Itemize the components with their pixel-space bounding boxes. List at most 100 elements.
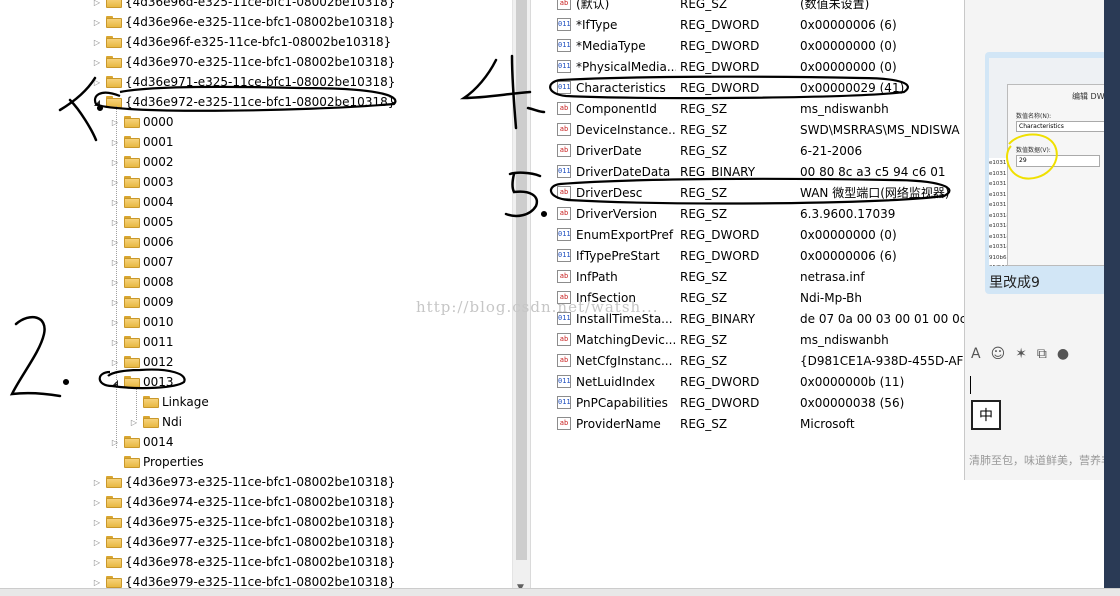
string-value-icon: ab	[557, 417, 571, 430]
tree-node-subkey[interactable]: Properties	[110, 452, 204, 472]
expand-arrow-icon[interactable]: ▷	[110, 318, 120, 327]
image-message-card[interactable]: e1031 e1031 e1031 e1031 e1031 e10318) e10318) e…	[985, 52, 1120, 294]
tree-node-guid[interactable]: ▷ {4d36e96e-e325-11ce-bfc1-08002be10318}	[92, 12, 395, 32]
expand-arrow-icon[interactable]: ▷	[110, 238, 120, 247]
expand-arrow-icon[interactable]: ▷	[92, 38, 102, 47]
tree-node-guid[interactable]: ▷ {4d36e973-e325-11ce-bfc1-08002be10318}	[92, 472, 395, 492]
tree-node-subkey[interactable]: ▷ 0008	[110, 272, 174, 292]
registry-value-row[interactable]: ab MatchingDevic... REG_SZ ms_ndiswanbh	[554, 329, 964, 350]
tree-node-guid[interactable]: ▷ {4d36e978-e325-11ce-bfc1-08002be10318}	[92, 552, 395, 572]
tree-node-subkey[interactable]: ▷ 0004	[110, 192, 174, 212]
expand-arrow-icon[interactable]: ▷	[92, 78, 102, 87]
tree-node-subkey[interactable]: ▷ 0007	[110, 252, 174, 272]
registry-value-row[interactable]: ab (默认) REG_SZ (数值未设置)	[554, 0, 964, 14]
tree-node-label: {4d36e96e-e325-11ce-bfc1-08002be10318}	[125, 15, 396, 29]
expand-arrow-icon[interactable]: ▷	[110, 118, 120, 127]
value-type: REG_SZ	[680, 290, 728, 305]
expand-arrow-icon[interactable]: ▷	[92, 58, 102, 67]
folder-icon	[143, 416, 159, 428]
screenshot-thumbnail[interactable]: e1031 e1031 e1031 e1031 e1031 e10318) e10318) e…	[989, 58, 1120, 266]
tree-node-subkey[interactable]: ▷ 0001	[110, 132, 174, 152]
expand-arrow-icon[interactable]: ▷	[129, 418, 139, 427]
tree-node-subkey[interactable]: ▷ 0006	[110, 232, 174, 252]
value-name: Characteristics	[576, 80, 666, 95]
tree-node-guid[interactable]: ▷ {4d36e970-e325-11ce-bfc1-08002be10318}	[92, 52, 395, 72]
value-name: ComponentId	[576, 101, 657, 116]
expand-arrow-icon[interactable]: ▷	[92, 578, 102, 587]
registry-value-row[interactable]: ab NetCfgInstanc... REG_SZ {D981CE1A-938D-4…	[554, 350, 964, 371]
screenshot-icon[interactable]: ⧉	[1037, 346, 1047, 362]
expand-arrow-icon[interactable]: ▷	[110, 178, 120, 187]
folder-icon	[106, 476, 122, 488]
expand-arrow-icon[interactable]: ▷	[92, 538, 102, 547]
tree-node-guid[interactable]: ▷ {4d36e96d-e325-11ce-bfc1-08002be10318}	[92, 0, 395, 12]
tree-node-subkey[interactable]: ▷ 0009	[110, 292, 174, 312]
tree-node-label: Ndi	[162, 415, 182, 429]
value-data: (数值未设置)	[800, 0, 870, 11]
registry-value-row[interactable]: 011 *IfType REG_DWORD 0x00000006 (6)	[554, 14, 964, 35]
registry-value-row[interactable]: 011 PnPCapabilities REG_DWORD 0x00000038 (5…	[554, 392, 964, 413]
registry-value-row[interactable]: 011 *PhysicalMedia... REG_DWORD 0x00000000 …	[554, 56, 964, 77]
expand-arrow-icon[interactable]: ▷	[110, 138, 120, 147]
registry-value-row[interactable]: 011 DriverDateData REG_BINARY 00 80 8c a3 c…	[554, 161, 964, 182]
registry-value-row[interactable]: 011 EnumExportPref REG_DWORD 0x00000000 (0)	[554, 224, 964, 245]
expand-arrow-icon[interactable]: ▷	[110, 438, 120, 447]
tree-node-subkey[interactable]: ▷ 0010	[110, 312, 174, 332]
value-type: REG_SZ	[680, 143, 728, 158]
expand-arrow-icon[interactable]: ▷	[92, 18, 102, 27]
registry-value-row[interactable]: ab InfPath REG_SZ netrasa.inf	[554, 266, 964, 287]
registry-value-row[interactable]: ab ProviderName REG_SZ Microsoft	[554, 413, 964, 434]
registry-value-row[interactable]: ab DriverDesc REG_SZ WAN 微型端口(网络监视器)	[554, 182, 964, 203]
tree-node-guid[interactable]: ◢ {4d36e972-e325-11ce-bfc1-08002be10318}	[92, 92, 395, 112]
ime-chinese-button[interactable]: 中	[971, 400, 1001, 430]
expand-arrow-icon[interactable]: ▷	[92, 0, 102, 7]
microphone-icon[interactable]: ●	[1057, 346, 1069, 362]
expand-arrow-icon[interactable]: ▷	[110, 338, 120, 347]
scrollbar-thumb[interactable]	[516, 0, 527, 560]
string-value-icon: ab	[557, 207, 571, 220]
font-icon[interactable]: A	[971, 346, 981, 362]
tree-node-subkey[interactable]: ▷ 0011	[110, 332, 174, 352]
expand-arrow-icon[interactable]: ▷	[110, 258, 120, 267]
value-data: netrasa.inf	[800, 269, 865, 284]
tree-node-guid[interactable]: ▷ {4d36e974-e325-11ce-bfc1-08002be10318}	[92, 492, 395, 512]
registry-value-row[interactable]: ab DriverDate REG_SZ 6-21-2006	[554, 140, 964, 161]
tree-node-guid[interactable]: ▷ {4d36e975-e325-11ce-bfc1-08002be10318}	[92, 512, 395, 532]
tree-node-subkey[interactable]: ▷ 0005	[110, 212, 174, 232]
tree-node-child[interactable]: Linkage	[129, 392, 209, 412]
registry-value-row[interactable]: 011 NetLuidIndex REG_DWORD 0x0000000b (11)	[554, 371, 964, 392]
folder-icon	[124, 456, 140, 468]
tree-node-selected-subkey[interactable]: ◢ 0013	[110, 372, 174, 392]
value-name: NetLuidIndex	[576, 374, 656, 389]
expand-arrow-icon[interactable]: ▷	[92, 498, 102, 507]
tree-node-guid[interactable]: ▷ {4d36e977-e325-11ce-bfc1-08002be10318}	[92, 532, 395, 552]
expand-arrow-icon[interactable]: ▷	[110, 198, 120, 207]
tree-node-subkey[interactable]: ▷ 0002	[110, 152, 174, 172]
collapse-arrow-icon[interactable]: ◢	[110, 378, 120, 387]
expand-arrow-icon[interactable]: ▷	[110, 278, 120, 287]
emoji-icon[interactable]: ☺	[991, 346, 1006, 362]
expand-arrow-icon[interactable]: ▷	[110, 358, 120, 367]
tree-node-guid[interactable]: ▷ {4d36e971-e325-11ce-bfc1-08002be10318}	[92, 72, 395, 92]
registry-value-row[interactable]: 011 IfTypePreStart REG_DWORD 0x00000006 (6)	[554, 245, 964, 266]
expand-arrow-icon[interactable]: ▷	[110, 298, 120, 307]
expand-arrow-icon[interactable]: ▷	[110, 218, 120, 227]
expand-arrow-icon[interactable]: ▷	[92, 518, 102, 527]
registry-value-row[interactable]: ab ComponentId REG_SZ ms_ndiswanbh	[554, 98, 964, 119]
expand-arrow-icon[interactable]: ▷	[92, 478, 102, 487]
folder-icon	[124, 356, 140, 368]
tree-node-guid[interactable]: ▷ {4d36e96f-e325-11ce-bfc1-08002be10318}	[92, 32, 391, 52]
registry-value-row[interactable]: 011 Characteristics REG_DWORD 0x00000029 (4…	[554, 77, 964, 98]
tree-node-subkey[interactable]: ▷ 0003	[110, 172, 174, 192]
collapse-arrow-icon[interactable]: ◢	[92, 98, 102, 107]
registry-value-row[interactable]: ab DriverVersion REG_SZ 6.3.9600.17039	[554, 203, 964, 224]
pin-icon[interactable]: ✶	[1015, 346, 1027, 362]
tree-node-subkey[interactable]: ▷ 0014	[110, 432, 174, 452]
expand-arrow-icon[interactable]: ▷	[110, 158, 120, 167]
tree-node-subkey[interactable]: ▷ 0000	[110, 112, 174, 132]
tree-node-subkey[interactable]: ▷ 0012	[110, 352, 174, 372]
expand-arrow-icon[interactable]: ▷	[92, 558, 102, 567]
registry-value-row[interactable]: 011 *MediaType REG_DWORD 0x00000000 (0)	[554, 35, 964, 56]
registry-value-row[interactable]: ab DeviceInstance... REG_SZ SWD\MSRRAS\MS_N…	[554, 119, 964, 140]
value-data: WAN 微型端口(网络监视器)	[800, 186, 950, 200]
